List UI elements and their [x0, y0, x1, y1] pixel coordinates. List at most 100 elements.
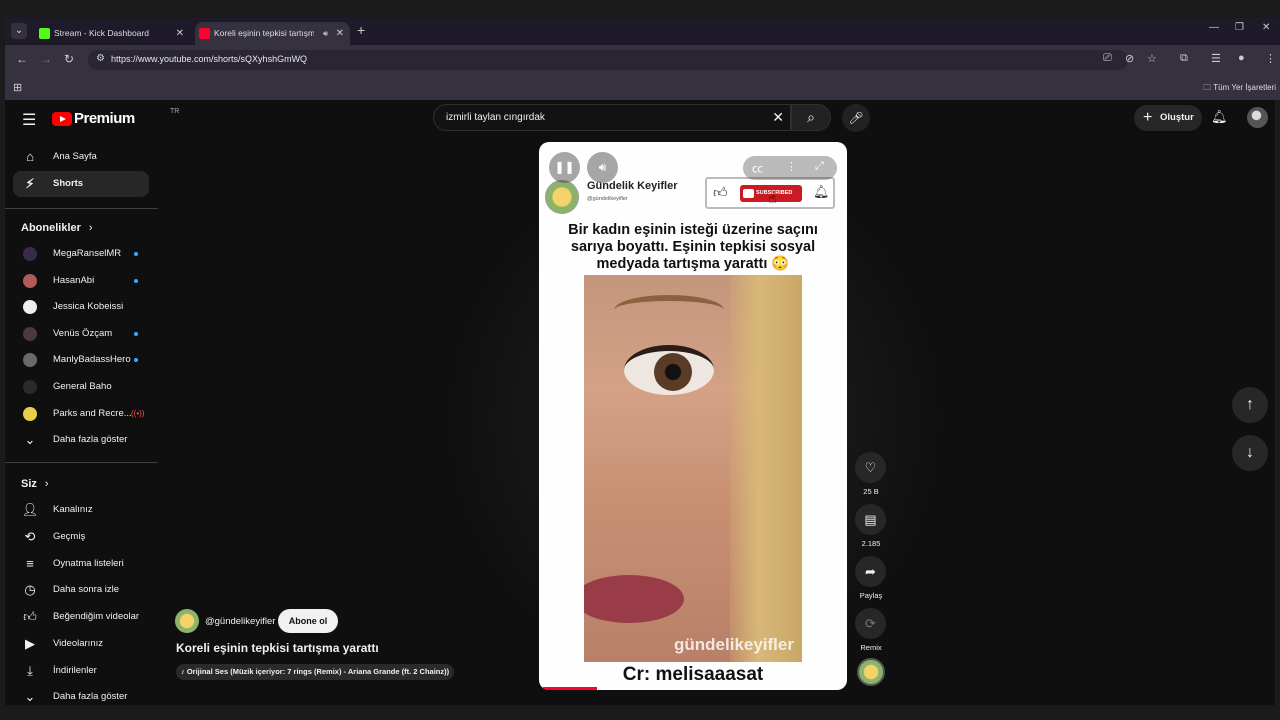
- new-content-dot: [134, 278, 138, 283]
- sidebar-you-item[interactable]: ◷ Daha sonra izle: [13, 577, 149, 603]
- sidebar-you-item[interactable]: ⤓ İndirilenler: [13, 658, 149, 684]
- maximize-icon[interactable]: ❐: [1235, 22, 1244, 33]
- forward-icon[interactable]: →: [40, 52, 52, 66]
- menu-hamburger-icon[interactable]: ☰: [22, 110, 36, 130]
- voice-search-button[interactable]: 🎤︎: [842, 104, 870, 132]
- tab-search-icon[interactable]: ⌄: [11, 23, 27, 39]
- clear-search-icon[interactable]: ✕: [772, 109, 784, 126]
- author-avatar[interactable]: [175, 609, 199, 633]
- sidebar-you-item[interactable]: ⟲ Geçmiş: [13, 524, 149, 550]
- speaker-icon[interactable]: 🔊︎: [323, 22, 328, 45]
- pause-button[interactable]: ❚❚: [549, 152, 580, 183]
- music-pill[interactable]: ♪ Orijinal Ses (Müzik içeriyor: 7 rings …: [176, 664, 455, 680]
- previous-short-button[interactable]: ↑: [1232, 387, 1268, 423]
- apps-grid-icon[interactable]: ⊞: [13, 81, 22, 94]
- sidebar-item-label: MegaRanselMR: [53, 248, 122, 259]
- lips-shape: [584, 575, 684, 623]
- share-icon[interactable]: ➦: [855, 556, 886, 587]
- search-input[interactable]: izmirli taylan cıngırdak ✕: [433, 104, 791, 131]
- tab-youtube-short[interactable]: Koreli eşinin tepkisi tartışm 🔊︎ ✕: [195, 22, 350, 45]
- sidebar-subscription-item[interactable]: Jessica Kobeissi: [13, 294, 149, 320]
- channel-avatar: [23, 406, 37, 421]
- sidebar-subscription-item[interactable]: General Baho: [13, 374, 149, 400]
- captions-icon[interactable]: ㏄: [752, 160, 763, 176]
- shorts-player[interactable]: Gündelik Keyifler @gündelikeyifler 👍︎ SU…: [539, 142, 847, 690]
- profile-icon[interactable]: ●: [1238, 52, 1245, 64]
- subscriptions-heading[interactable]: Abonelikler ›: [21, 222, 93, 234]
- comment-action[interactable]: ▤ 2.185: [855, 504, 887, 548]
- minimize-icon[interactable]: —: [1209, 22, 1219, 33]
- close-window-icon[interactable]: ✕: [1262, 22, 1270, 33]
- browser-chrome: ⌄ Stream - Kick Dashboard ✕ Koreli eşini…: [5, 18, 1280, 100]
- sidebar-subscription-item[interactable]: Parks and Recre... ((•)): [13, 401, 149, 427]
- sidebar-you-item[interactable]: ▶ Videolarınız: [13, 631, 149, 657]
- sidebar-divider: [5, 462, 158, 463]
- account-avatar[interactable]: [1247, 107, 1268, 128]
- audio-channel-avatar[interactable]: [857, 658, 885, 686]
- sidebar-you-item[interactable]: 👍︎ Beğendiğim videolar: [13, 604, 149, 630]
- tab-close-icon[interactable]: ✕: [176, 22, 184, 45]
- sidebar-subscription-item[interactable]: HasanAbi: [13, 268, 149, 294]
- video-channel-handle: @gündelikeyifler: [587, 196, 628, 202]
- tab-close-icon[interactable]: ✕: [336, 22, 344, 45]
- show-more-you[interactable]: ⌄ Daha fazla göster: [13, 684, 149, 705]
- sidebar-item-label: Beğendiğim videolar: [53, 611, 140, 623]
- url-text[interactable]: https://www.youtube.com/shorts/sQXyhshGm…: [111, 54, 307, 64]
- install-app-icon[interactable]: ⎚: [1103, 52, 1112, 65]
- sidebar-item-shorts[interactable]: ⚡︎ Shorts: [13, 171, 149, 197]
- more-options-icon[interactable]: ⋮: [786, 160, 797, 173]
- remix-icon[interactable]: ⟳: [855, 608, 886, 639]
- bookmark-star-icon[interactable]: ☆: [1147, 52, 1157, 65]
- plus-icon: +: [1143, 109, 1153, 126]
- sidebar-item-home[interactable]: ⌂ Ana Sayfa: [13, 144, 149, 170]
- new-content-dot: [134, 358, 138, 363]
- search-button[interactable]: ⌕: [791, 104, 831, 131]
- sidebar-item-label: Videolarınız: [53, 638, 103, 649]
- remix-action[interactable]: ⟳ Remix: [855, 608, 887, 652]
- like-heart-icon[interactable]: ♡: [855, 452, 886, 483]
- like-count: 25 B: [863, 487, 879, 496]
- all-bookmarks-folder[interactable]: 🗀︎ Tüm Yer İşaretleri: [1203, 82, 1276, 96]
- search-query[interactable]: izmirli taylan cıngırdak: [446, 112, 545, 123]
- video-frame-face: gündelikeyifler: [584, 275, 802, 662]
- next-short-button[interactable]: ↓: [1232, 435, 1268, 471]
- fullscreen-icon[interactable]: ⤢: [815, 160, 824, 173]
- tab-kick-dashboard[interactable]: Stream - Kick Dashboard ✕: [35, 22, 190, 45]
- liked-icon: 👍︎: [23, 609, 37, 625]
- address-bar[interactable]: ⚙︎ https://www.youtube.com/shorts/sQXyhs…: [88, 50, 1128, 70]
- you-heading[interactable]: Siz ›: [21, 478, 49, 490]
- bell-icon: 🔔︎: [813, 184, 830, 199]
- video-title[interactable]: Koreli eşinin tepkisi tartışma yarattı: [176, 641, 379, 655]
- notifications-bell-icon[interactable]: 🔔︎: [1211, 109, 1228, 125]
- new-tab-icon[interactable]: +: [357, 22, 365, 38]
- video-credit: Cr: melisaaasat: [622, 664, 764, 685]
- sidebar-item-label: Parks and Recre...: [53, 407, 132, 419]
- comment-icon[interactable]: ▤: [855, 504, 886, 535]
- author-handle[interactable]: @gündelikeyifler: [205, 616, 275, 627]
- show-more-subscriptions[interactable]: ⌄ Daha fazla göster: [13, 427, 149, 453]
- tab-title: Stream - Kick Dashboard: [54, 28, 149, 38]
- youtube-page: ☰ Premium TR izmirli taylan cıngırdak ✕ …: [5, 100, 1275, 705]
- pointer-cursor-icon: ☝︎: [768, 190, 777, 206]
- reload-icon[interactable]: ↻: [64, 52, 74, 66]
- sidebar-you-item[interactable]: ≡ Oynatma listeleri: [13, 551, 149, 577]
- site-info-icon[interactable]: ⚙︎: [96, 53, 105, 64]
- sidebar-subscription-item[interactable]: MegaRanselMR: [13, 241, 149, 267]
- like-action[interactable]: ♡ 25 B: [855, 452, 887, 496]
- tab-groups-icon[interactable]: ☰: [1211, 52, 1221, 65]
- volume-button[interactable]: 🔊︎: [587, 152, 618, 183]
- channel-avatar: [23, 380, 37, 394]
- subscribe-button[interactable]: Abone ol: [278, 609, 338, 633]
- create-button[interactable]: + Oluştur: [1134, 105, 1202, 131]
- eye-off-icon[interactable]: ⊘: [1125, 52, 1134, 65]
- back-icon[interactable]: ←: [16, 52, 28, 66]
- video-headline: Bir kadın eşinin isteği üzerine saçını s…: [568, 222, 818, 272]
- video-progress-bar[interactable]: [543, 687, 597, 690]
- share-action[interactable]: ➦ Paylaş: [855, 556, 887, 600]
- sidebar-subscription-item[interactable]: ManlyBadassHero: [13, 347, 149, 373]
- sidebar-you-item[interactable]: 👤︎ Kanalınız: [13, 497, 149, 523]
- menu-kebab-icon[interactable]: ⋮: [1265, 52, 1276, 65]
- sidebar-subscription-item[interactable]: Venüs Özçam: [13, 321, 149, 347]
- extensions-icon[interactable]: ⧉: [1180, 52, 1188, 65]
- thumbs-up-icon: 👍︎: [713, 184, 728, 200]
